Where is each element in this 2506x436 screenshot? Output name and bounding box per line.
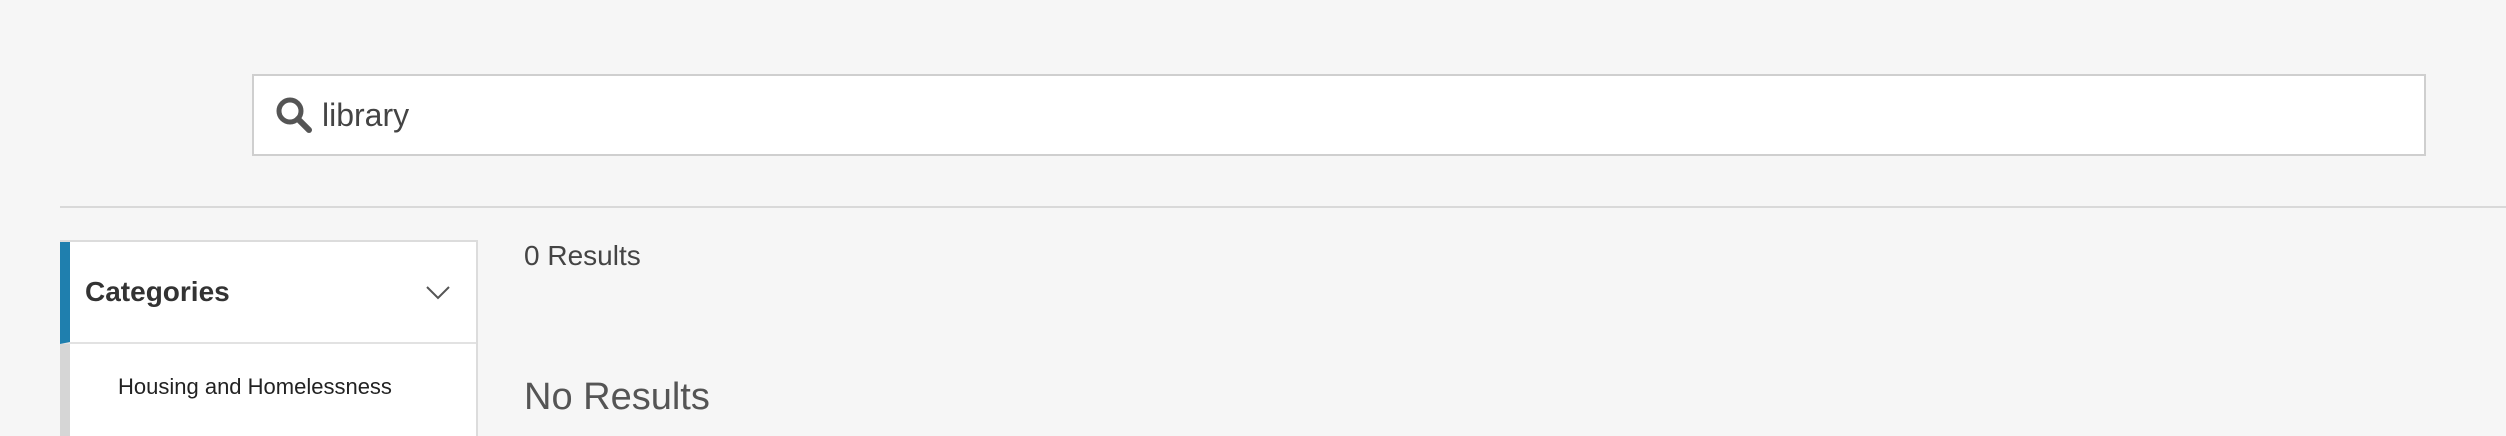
search-input[interactable] <box>322 85 2424 145</box>
search-icon[interactable] <box>272 93 316 137</box>
search-results-page: Categories Housing and Homelessness 0 Re… <box>0 0 2506 436</box>
search-bar[interactable] <box>252 74 2426 156</box>
category-item-housing[interactable]: Housing and Homelessness <box>60 344 476 436</box>
no-results-message: No Results <box>524 376 710 418</box>
divider <box>60 206 2506 208</box>
chevron-down-icon[interactable] <box>426 286 450 300</box>
categories-header[interactable]: Categories <box>60 242 476 344</box>
categories-panel: Categories Housing and Homelessness <box>60 240 478 436</box>
categories-title: Categories <box>85 276 230 307</box>
results-count: 0 Results <box>524 240 641 271</box>
